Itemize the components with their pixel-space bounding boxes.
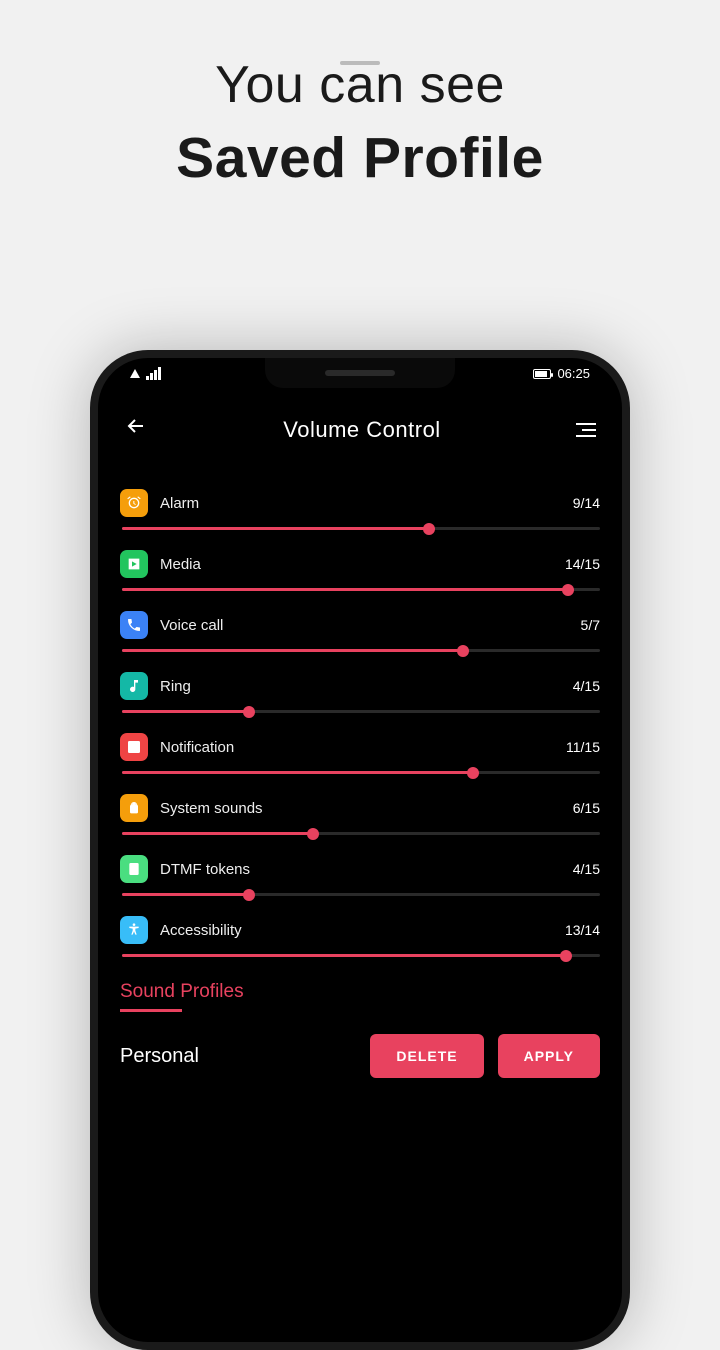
slider-thumb[interactable] — [243, 706, 255, 718]
slider-thumb[interactable] — [243, 889, 255, 901]
page-title: Volume Control — [283, 417, 440, 443]
slider-row-alarm: Alarm 9/14 — [120, 489, 600, 530]
battery-icon — [533, 369, 551, 379]
signal-icon — [146, 367, 161, 380]
sliders-list: Alarm 9/14 Media 14/15 Voice call 5/7 Ring 4/15… — [120, 489, 600, 957]
dtmf-icon — [120, 855, 148, 883]
slider-row-notification: Notification 11/15 — [120, 733, 600, 774]
phone-mockup: 06:25 Volume Control Alarm 9/14 Media 14/15… — [90, 350, 630, 1350]
slider-thumb[interactable] — [467, 767, 479, 779]
slider-row-system-sounds: System sounds 6/15 — [120, 794, 600, 835]
slider-media[interactable] — [122, 588, 600, 591]
slider-label: Voice call — [160, 617, 569, 634]
drag-handle[interactable] — [340, 61, 380, 65]
menu-icon[interactable] — [572, 419, 600, 441]
back-arrow-icon[interactable] — [120, 410, 152, 449]
slider-label: Notification — [160, 739, 554, 756]
slider-row-voice-call: Voice call 5/7 — [120, 611, 600, 652]
slider-label: Alarm — [160, 495, 561, 512]
music-icon — [120, 672, 148, 700]
phone-icon — [120, 611, 148, 639]
app-header: Volume Control — [120, 410, 600, 449]
phone-notch — [265, 358, 455, 388]
slider-ring[interactable] — [122, 710, 600, 713]
slider-thumb[interactable] — [423, 523, 435, 535]
slider-voice-call[interactable] — [122, 649, 600, 652]
slider-system-sounds[interactable] — [122, 832, 600, 835]
slider-thumb[interactable] — [560, 950, 572, 962]
slider-alarm[interactable] — [122, 527, 600, 530]
profile-row: Personal DELETE APPLY — [120, 1034, 600, 1078]
slider-row-dtmf-tokens: DTMF tokens 4/15 — [120, 855, 600, 896]
status-time: 06:25 — [557, 366, 590, 381]
notification-icon — [120, 733, 148, 761]
delete-button[interactable]: DELETE — [370, 1034, 483, 1078]
slider-dtmf-tokens[interactable] — [122, 893, 600, 896]
wifi-icon — [130, 369, 140, 378]
slider-label: Ring — [160, 678, 561, 695]
slider-value: 13/14 — [565, 922, 600, 938]
sound-profiles-heading: Sound Profiles — [120, 981, 600, 1003]
android-icon — [120, 794, 148, 822]
slider-value: 6/15 — [573, 800, 600, 816]
slider-thumb[interactable] — [562, 584, 574, 596]
slider-value: 4/15 — [573, 678, 600, 694]
accessibility-icon — [120, 916, 148, 944]
promo-line-2: Saved Profile — [0, 125, 720, 191]
slider-label: Media — [160, 556, 553, 573]
slider-notification[interactable] — [122, 771, 600, 774]
slider-thumb[interactable] — [457, 645, 469, 657]
slider-label: DTMF tokens — [160, 861, 561, 878]
slider-value: 9/14 — [573, 495, 600, 511]
slider-value: 11/15 — [566, 739, 600, 755]
slider-value: 14/15 — [565, 556, 600, 572]
media-icon — [120, 550, 148, 578]
slider-row-media: Media 14/15 — [120, 550, 600, 591]
apply-button[interactable]: APPLY — [498, 1034, 600, 1078]
slider-value: 5/7 — [581, 617, 600, 633]
profile-name: Personal — [120, 1045, 356, 1068]
alarm-icon — [120, 489, 148, 517]
slider-row-ring: Ring 4/15 — [120, 672, 600, 713]
slider-thumb[interactable] — [307, 828, 319, 840]
slider-label: System sounds — [160, 800, 561, 817]
heading-underline — [120, 1009, 182, 1012]
slider-label: Accessibility — [160, 922, 553, 939]
slider-value: 4/15 — [573, 861, 600, 877]
slider-accessibility[interactable] — [122, 954, 600, 957]
slider-row-accessibility: Accessibility 13/14 — [120, 916, 600, 957]
promo-title: You can see Saved Profile — [0, 55, 720, 191]
